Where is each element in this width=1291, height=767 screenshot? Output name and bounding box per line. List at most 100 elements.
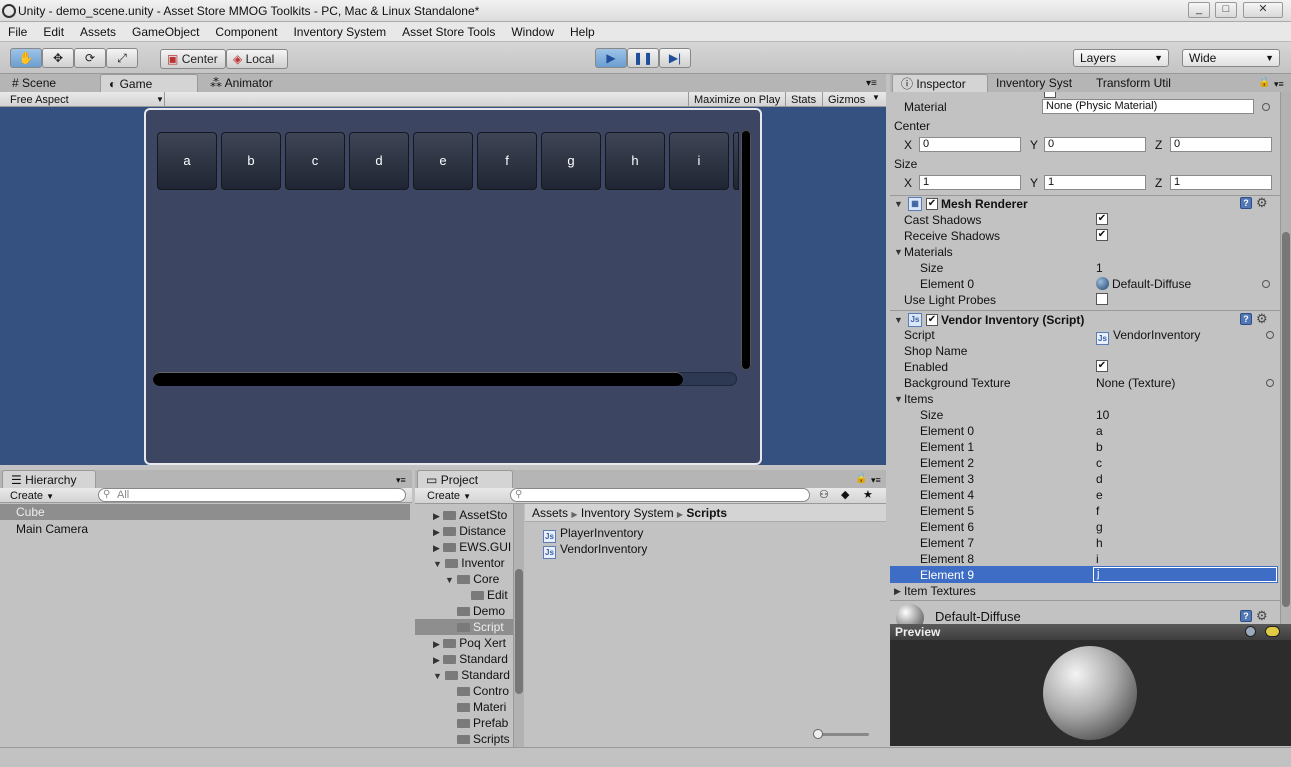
panel-menu-icon[interactable]: ▾≡ (871, 475, 881, 486)
preview-light-toggle-icon[interactable] (1265, 626, 1280, 637)
inventory-item-button[interactable]: g (541, 132, 601, 190)
stats-toggle[interactable]: Stats (791, 93, 816, 107)
menu-file[interactable]: File (0, 22, 35, 41)
script-field[interactable]: Js VendorInventory (1096, 327, 1200, 345)
folder-tree-item[interactable]: Contro (457, 683, 509, 699)
menu-window[interactable]: Window (503, 22, 562, 41)
folder-tree-item[interactable]: Materi (457, 699, 506, 715)
physic-material-field[interactable]: None (Physic Material) (1042, 99, 1254, 114)
pivot-center-button[interactable]: ▣ Center (160, 49, 226, 69)
menu-component[interactable]: Component (207, 22, 285, 41)
breadcrumb-item[interactable]: Assets (532, 506, 568, 520)
minimize-button[interactable]: _ (1188, 2, 1210, 18)
breadcrumb-item[interactable]: Inventory System (581, 506, 674, 520)
element-value[interactable]: i (1096, 551, 1099, 567)
project-create-button[interactable]: Create ▼ (427, 489, 471, 504)
materials-size-value[interactable]: 1 (1096, 260, 1103, 276)
menu-assets[interactable]: Assets (72, 22, 124, 41)
aspect-dropdown[interactable]: Free Aspect ▼ (10, 93, 164, 107)
folder-tree-item[interactable]: ▶ Distance (433, 523, 506, 540)
center-y-field[interactable]: 0 (1044, 137, 1146, 152)
project-search-input[interactable]: ⚲ (510, 488, 810, 502)
horizontal-scrollbar-thumb[interactable] (153, 372, 683, 386)
hand-tool-button[interactable]: ✋ (10, 48, 42, 68)
inventory-item-button[interactable]: f (477, 132, 537, 190)
collapse-arrow-icon[interactable]: ▼ (894, 247, 903, 257)
inventory-item-button[interactable]: d (349, 132, 409, 190)
scale-tool-button[interactable]: ⤢ (106, 48, 138, 68)
folder-tree-item-selected[interactable]: Script (415, 619, 513, 635)
tab-inspector[interactable]: ⓘ Inspector (892, 74, 988, 92)
maximize-on-play-toggle[interactable]: Maximize on Play (694, 93, 780, 107)
lock-icon[interactable]: 🔒 (855, 473, 867, 484)
tab-game[interactable]: ◐ Game (100, 74, 198, 92)
object-picker-icon[interactable] (1266, 331, 1274, 339)
hierarchy-create-button[interactable]: Create ▼ (10, 489, 54, 504)
size-y-field[interactable]: 1 (1044, 175, 1146, 190)
folder-tree-item[interactable]: Scripts (457, 731, 510, 747)
pause-button[interactable]: ❚❚ (627, 48, 659, 68)
inventory-item-button[interactable]: b (221, 132, 281, 190)
scrollbar-thumb[interactable] (1282, 232, 1290, 607)
folder-tree-item[interactable]: ▶ Standard (433, 651, 508, 668)
folder-tree-item[interactable]: ▼ Inventor (433, 555, 505, 572)
folder-tree-item[interactable]: ▼ Standard (433, 667, 510, 684)
preview-sphere-toggle-icon[interactable] (1245, 626, 1256, 637)
filter-type-icon[interactable]: ⚇ (819, 488, 829, 501)
tab-project[interactable]: ▭ Project (417, 470, 513, 488)
element-value[interactable]: e (1096, 487, 1103, 503)
pivot-local-button[interactable]: ◈ Local (226, 49, 288, 69)
element-value[interactable]: a (1096, 423, 1103, 439)
enabled-checkbox[interactable]: ✔ (1096, 360, 1108, 372)
hierarchy-item-cube[interactable]: Cube (0, 504, 410, 520)
collapse-arrow-icon[interactable]: ▼ (894, 199, 903, 209)
vendor-enabled-checkbox[interactable]: ✔ (926, 314, 938, 326)
icon-size-slider[interactable] (813, 729, 869, 739)
inventory-item-button[interactable]: i (669, 132, 729, 190)
cast-shadows-checkbox[interactable]: ✔ (1096, 213, 1108, 225)
folder-tree-item[interactable]: ▶ Poq Xert (433, 635, 506, 652)
object-picker-icon[interactable] (1262, 103, 1270, 111)
inventory-item-button[interactable]: h (605, 132, 665, 190)
gizmos-toggle[interactable]: Gizmos (828, 93, 865, 107)
material-element-value[interactable]: Default-Diffuse (1112, 276, 1191, 292)
object-picker-icon[interactable] (1262, 280, 1270, 288)
background-texture-field[interactable]: None (Texture) (1096, 375, 1175, 391)
inspector-scrollbar[interactable] (1280, 92, 1291, 624)
maximize-button[interactable]: □ (1215, 2, 1237, 18)
folder-tree-scrollbar[interactable] (513, 504, 524, 747)
scrollbar-thumb[interactable] (515, 569, 523, 694)
hierarchy-search-input[interactable]: ⚲ All (98, 488, 406, 502)
gear-icon[interactable]: ⚙ (1256, 312, 1268, 325)
help-icon[interactable]: ? (1240, 610, 1252, 622)
close-button[interactable]: ✕ (1243, 2, 1283, 18)
menu-asset-store-tools[interactable]: Asset Store Tools (394, 22, 503, 41)
breadcrumb-item-current[interactable]: Scripts (686, 506, 727, 520)
file-item[interactable]: Js VendorInventory (543, 541, 647, 559)
center-x-field[interactable]: 0 (919, 137, 1021, 152)
folder-tree-item[interactable]: Prefab (457, 715, 508, 731)
collapse-arrow-icon[interactable]: ▼ (894, 394, 903, 404)
element-value[interactable]: f (1096, 503, 1099, 519)
folder-tree-item[interactable]: ▶ AssetSto (433, 507, 507, 524)
menu-edit[interactable]: Edit (35, 22, 72, 41)
gear-icon[interactable]: ⚙ (1256, 196, 1268, 209)
tab-transform-util[interactable]: Transform Util (1088, 74, 1188, 92)
layers-dropdown[interactable]: Layers ▼ (1073, 49, 1169, 67)
element-value[interactable]: b (1096, 439, 1103, 455)
light-probes-checkbox[interactable] (1096, 293, 1108, 305)
panel-menu-icon[interactable]: ▾≡ (1274, 79, 1284, 90)
menu-help[interactable]: Help (562, 22, 603, 41)
collapse-arrow-icon[interactable]: ▼ (894, 315, 903, 325)
layout-dropdown[interactable]: Wide ▼ (1182, 49, 1280, 67)
filter-label-icon[interactable]: ◆ (841, 488, 849, 501)
hierarchy-item-main-camera[interactable]: Main Camera (16, 521, 88, 537)
receive-shadows-checkbox[interactable]: ✔ (1096, 229, 1108, 241)
center-z-field[interactable]: 0 (1170, 137, 1272, 152)
slider-handle[interactable] (813, 729, 823, 739)
gear-icon[interactable]: ⚙ (1256, 609, 1268, 622)
menu-gameobject[interactable]: GameObject (124, 22, 207, 41)
size-z-field[interactable]: 1 (1170, 175, 1272, 190)
step-button[interactable]: ▶| (659, 48, 691, 68)
panel-menu-icon[interactable]: ▾≡ (396, 475, 406, 486)
